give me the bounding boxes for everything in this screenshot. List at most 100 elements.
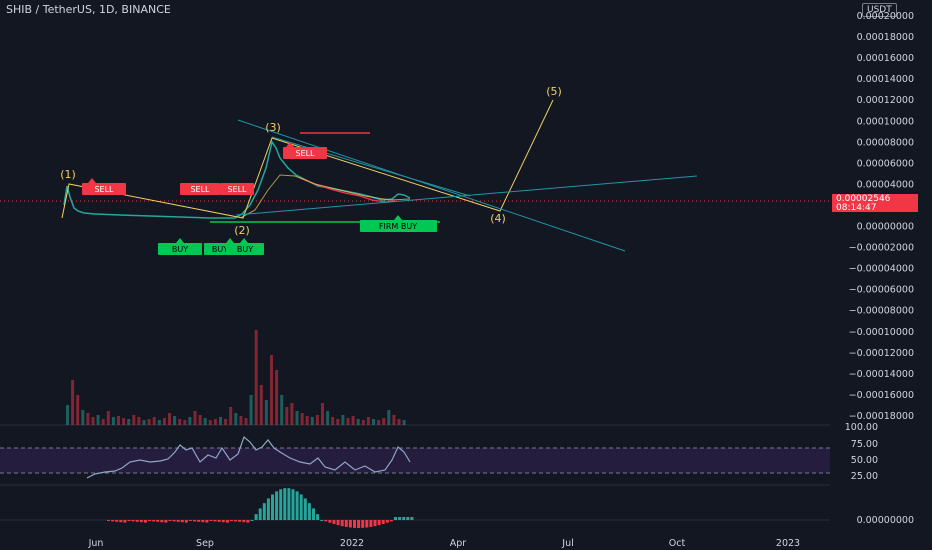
rsi-axis-tick: 50.00 (851, 455, 878, 466)
volume-bar (244, 418, 248, 425)
macd-bar (111, 520, 115, 522)
firm-buy-signal: FIRM BUY (360, 215, 437, 232)
chart-canvas[interactable]: (1) (2) (3) (4) (5) SELL SELL SELL SELL … (0, 0, 932, 550)
volume-bar (356, 419, 360, 425)
macd-bar (184, 520, 188, 523)
price-axis-tick: 0.00020000 (857, 11, 914, 22)
macd-bar (250, 520, 254, 521)
macd-bar (394, 517, 397, 520)
macd-bar (152, 520, 156, 522)
volume-bar (315, 415, 319, 425)
price-axis-tick: 0.00000000 (857, 222, 914, 233)
trend-lines (210, 119, 698, 252)
volume-bar (96, 415, 100, 425)
volume-bars (66, 330, 406, 425)
macd-bar (131, 520, 135, 522)
volume-bar (203, 418, 207, 425)
volume-bar (341, 415, 345, 425)
macd-bar (217, 520, 221, 522)
sell-signal: SELL (180, 183, 220, 195)
macd-bar (205, 520, 209, 523)
volume-bar (336, 419, 340, 425)
volume-bar (229, 407, 233, 425)
svg-text:FIRM BUY: FIRM BUY (379, 222, 417, 231)
volume-bar (178, 419, 182, 425)
macd-bar (320, 520, 324, 521)
volume-bar (152, 417, 156, 425)
volume-bar (183, 420, 187, 425)
price-axis-tick: 0.00008000 (857, 137, 914, 148)
macd-bar (340, 520, 344, 527)
macd-bar (357, 520, 361, 528)
macd-bar (115, 520, 119, 522)
volume-bar (372, 419, 375, 425)
time-axis-tick: Oct (669, 538, 686, 549)
macd-bar (316, 514, 320, 520)
macd-bar (258, 508, 262, 520)
wave-label-2: (2) (234, 224, 250, 237)
time-axis-tick: Jul (561, 538, 573, 549)
macd-histogram (107, 488, 414, 528)
macd-bar (307, 503, 311, 520)
volume-bar (81, 410, 85, 425)
svg-text:SELL: SELL (227, 185, 247, 194)
volume-bar (351, 416, 355, 425)
macd-bar (193, 520, 197, 522)
svg-text:BUY: BUY (172, 245, 188, 254)
macd-bar (123, 520, 127, 523)
macd-bar (369, 520, 373, 527)
wave-label-4: (4) (490, 212, 506, 225)
volume-bar (305, 416, 309, 425)
price-series (63, 140, 411, 219)
sell-signal: SELL (220, 183, 254, 195)
macd-bar (385, 520, 389, 523)
volume-bar (280, 395, 284, 425)
price-axis-tick: −0.00004000 (849, 264, 914, 275)
macd-bar (398, 517, 402, 520)
macd-bar (262, 503, 266, 520)
wave-label-3: (3) (265, 121, 281, 134)
macd-axis-tick: 0.00000000 (857, 515, 914, 526)
svg-text:SELL: SELL (190, 185, 210, 194)
volume-bar (219, 417, 222, 425)
macd-bar (168, 520, 172, 521)
volume-bar (147, 419, 151, 425)
price-axis-tick: −0.00006000 (849, 285, 914, 296)
macd-bar (254, 514, 258, 520)
volume-bar (71, 380, 75, 425)
price-axis-tick: 0.00014000 (857, 74, 914, 85)
macd-bar (172, 520, 176, 522)
price-axis-tick: −0.00012000 (849, 348, 914, 359)
rsi-axis-tick: 25.00 (851, 471, 878, 482)
price-axis-tick: 0.00018000 (857, 32, 914, 43)
macd-bar (246, 520, 250, 523)
macd-bar (266, 498, 270, 520)
macd-bar (221, 520, 225, 523)
time-axis[interactable]: Jun Sep 2022 Apr Jul Oct 2023 (88, 538, 801, 549)
macd-bar (275, 491, 279, 520)
macd-bar (176, 520, 180, 522)
volume-bar (142, 420, 146, 425)
macd-bar (361, 520, 365, 528)
macd-bar (389, 520, 393, 522)
macd-bar (299, 494, 303, 520)
macd-bar (209, 520, 213, 521)
macd-bar (164, 520, 168, 523)
volume-bar (127, 419, 131, 425)
volume-bar (66, 405, 69, 425)
volume-bar (168, 413, 171, 425)
macd-bar (406, 517, 410, 520)
sell-signal: SELL (283, 142, 327, 159)
volume-bar (264, 400, 268, 425)
price-axis-tick: 0.00016000 (857, 53, 914, 64)
price-axis[interactable]: 0.00020000 0.00018000 0.00016000 0.00014000… (849, 11, 914, 422)
moving-average (241, 174, 411, 218)
volume-bar (249, 395, 253, 425)
volume-bar (275, 370, 279, 425)
volume-bar (193, 411, 197, 425)
macd-bar (336, 520, 340, 526)
volume-bar (321, 403, 324, 425)
macd-bar (197, 520, 201, 522)
rsi-band (0, 448, 830, 473)
macd-bar (148, 520, 151, 521)
